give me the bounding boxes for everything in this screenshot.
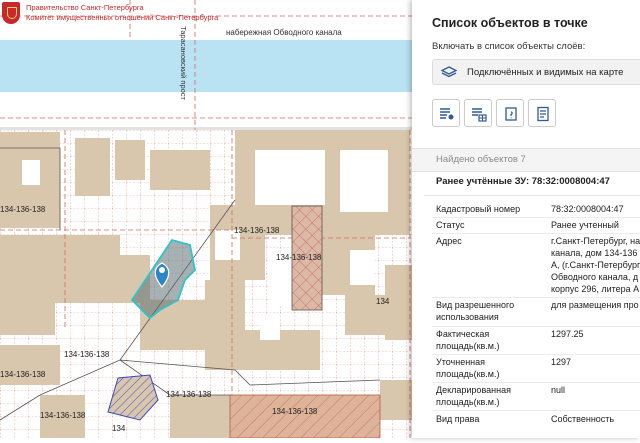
frame-icon xyxy=(505,107,517,121)
document-button[interactable] xyxy=(528,99,556,127)
spb-emblem-icon xyxy=(2,2,20,24)
logo-line-1: Правительство Санкт-Петербурга xyxy=(26,3,144,12)
parcel-label: 134-136-138 xyxy=(0,205,46,214)
row-divider xyxy=(432,326,640,327)
parcel-label: 134-136-138 xyxy=(40,411,86,420)
layers-icon xyxy=(441,66,457,78)
row-divider xyxy=(432,233,640,234)
logo: Правительство Санкт-Петербурга Комитет и… xyxy=(0,0,260,26)
list-grid-icon xyxy=(472,108,487,122)
attribute-value: null xyxy=(551,385,566,395)
row-divider xyxy=(432,297,640,298)
parcel-label: 134 xyxy=(376,297,390,306)
attribute-key: Декларированная площадь(кв.м.) xyxy=(436,385,511,407)
attribute-key: Адрес xyxy=(436,236,462,246)
attribute-value: 1297.25 xyxy=(551,329,584,339)
frame-button[interactable] xyxy=(496,99,524,127)
row-divider xyxy=(432,382,640,383)
panel-title: Список объектов в точке xyxy=(432,16,588,30)
list-marker-button[interactable] xyxy=(432,99,460,127)
row-divider xyxy=(432,217,640,218)
row-divider xyxy=(432,410,640,411)
attribute-value: г.Санкт-Петербург, на канала, дом 134-136… xyxy=(551,236,640,294)
parcel-label: 134-136-138 xyxy=(276,253,322,262)
attribute-value: Собственность xyxy=(551,414,615,424)
attribute-value: 1297 xyxy=(551,357,572,367)
parcel-label: 134 xyxy=(112,424,126,433)
attribute-value: для размещения про xyxy=(551,300,639,310)
attribute-key: Вид разрешенного использования xyxy=(436,300,515,322)
parcel-label: 134-136-138 xyxy=(166,390,212,399)
street-label: Тарасановский прост xyxy=(179,26,188,100)
list-marker-icon xyxy=(440,108,454,120)
document-icon xyxy=(537,106,549,122)
logo-line-2: Комитет имущественных отношений Санкт-Пе… xyxy=(26,13,219,22)
parcel-label: 134-136-138 xyxy=(64,350,110,359)
found-count: Найдено объектов 7 xyxy=(436,154,526,165)
attribute-key: Уточненная площадь(кв.м.) xyxy=(436,357,500,379)
parcel-label: 134-136-138 xyxy=(234,226,280,235)
divider xyxy=(424,195,640,196)
attribute-key: Вид права xyxy=(436,414,480,424)
list-grid-button[interactable] xyxy=(464,99,492,127)
found-count-bar: Найдено объектов 7 xyxy=(412,148,640,172)
row-divider xyxy=(432,354,640,355)
embankment-label: набережная Обводного канала xyxy=(226,28,342,37)
panel-subtitle: Включать в список объекты слоёв: xyxy=(432,41,586,52)
parcel-label: 134-136-138 xyxy=(0,370,46,379)
attribute-key: Статус xyxy=(436,220,465,230)
layer-filter-select[interactable]: Подключённых и видимых на карте xyxy=(432,59,640,85)
attribute-value: Ранее учтенный xyxy=(551,220,619,230)
object-title[interactable]: Ранее учтённые ЗУ: 78:32:0008004:47 xyxy=(436,176,610,187)
attribute-key: Кадастровый номер xyxy=(436,204,521,214)
attribute-value: 78:32:0008004:47 xyxy=(551,204,624,214)
objects-at-point-panel: Список объектов в точке Включать в списо… xyxy=(412,0,640,438)
attribute-key: Фактическая площадь(кв.м.) xyxy=(436,329,500,351)
layer-filter-value: Подключённых и видимых на карте xyxy=(467,67,624,78)
parcel-label: 134-136-138 xyxy=(272,407,318,416)
